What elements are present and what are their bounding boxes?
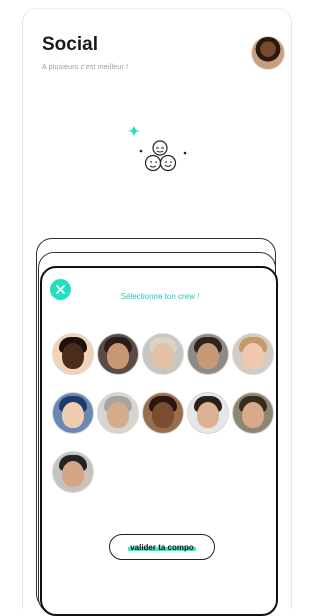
avatar-4[interactable] <box>187 333 229 375</box>
avatar-1[interactable] <box>52 333 94 375</box>
page-subtitle: A plusieurs c'est meilleur ! <box>42 64 129 71</box>
avatar-11[interactable] <box>52 451 94 493</box>
avatar-face <box>152 343 174 369</box>
avatar-7[interactable] <box>97 392 139 434</box>
profile-avatar[interactable] <box>251 36 285 70</box>
avatar-10[interactable] <box>232 392 274 434</box>
avatar-face <box>62 402 84 428</box>
avatar-face <box>107 343 129 369</box>
crew-selection-card <box>40 266 278 616</box>
avatar-face <box>197 343 219 369</box>
crew-title: Sélectionne ton crew ! <box>120 292 200 301</box>
avatar-5[interactable] <box>232 333 274 375</box>
validate-button[interactable]: valider ta compo <box>109 534 215 560</box>
close-button[interactable] <box>50 279 71 300</box>
avatar-face <box>62 461 84 487</box>
page-title: Social <box>42 34 98 55</box>
close-icon <box>56 285 65 294</box>
avatar-face <box>242 402 264 428</box>
avatar-3[interactable] <box>142 333 184 375</box>
group-faces-illustration <box>128 126 187 172</box>
avatar-face <box>152 402 174 428</box>
avatar-face <box>107 402 129 428</box>
avatar-8[interactable] <box>142 392 184 434</box>
avatar-face <box>242 343 264 369</box>
avatar-face <box>62 343 84 369</box>
avatar-9[interactable] <box>187 392 229 434</box>
avatar-face <box>197 402 219 428</box>
avatar-6[interactable] <box>52 392 94 434</box>
avatar-2[interactable] <box>97 333 139 375</box>
validate-button-label: valider ta compo <box>128 542 196 552</box>
